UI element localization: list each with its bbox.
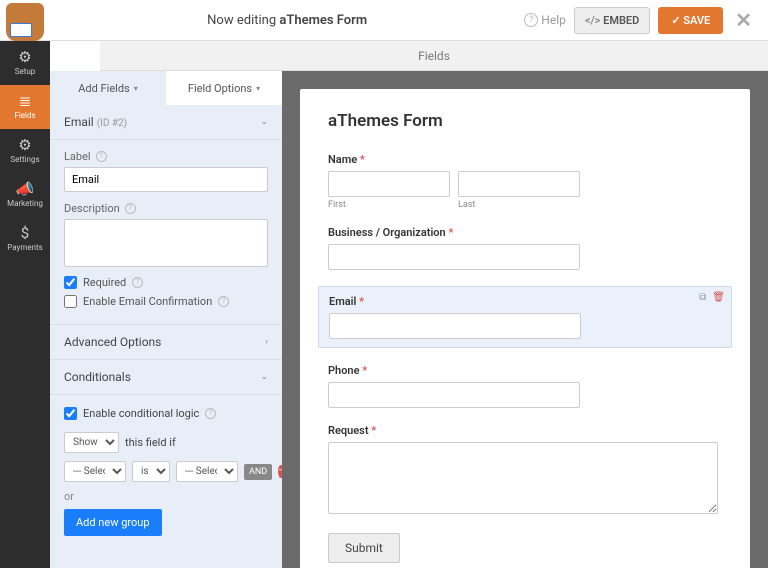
nav-settings[interactable]: ⚙Settings: [0, 129, 50, 173]
chevron-down-icon: ▾: [134, 84, 138, 93]
options-panel: Add Fields▾ Field Options▾ Email (ID #2)…: [50, 71, 282, 568]
label-input[interactable]: [64, 167, 268, 192]
and-button[interactable]: AND: [244, 464, 272, 480]
confirm-checkbox[interactable]: [64, 295, 77, 308]
duplicate-icon[interactable]: ⧉: [699, 292, 706, 303]
or-label: or: [64, 490, 268, 503]
form-preview: aThemes Form Name * First Last Business …: [300, 89, 750, 568]
add-group-button[interactable]: Add new group: [64, 509, 162, 536]
description-label: Description: [64, 202, 120, 215]
advanced-options-toggle[interactable]: Advanced Options›: [50, 325, 282, 360]
embed-button[interactable]: </> EMBED: [574, 7, 650, 34]
nav-fields[interactable]: ≣Fields: [0, 85, 50, 129]
nav-setup[interactable]: ⚙Setup: [0, 41, 50, 85]
help-icon[interactable]: ?: [125, 203, 136, 214]
condition-operator-select[interactable]: is: [132, 461, 170, 482]
sliders-icon: ⚙: [18, 138, 31, 153]
help-icon[interactable]: ?: [218, 296, 229, 307]
nav-payments[interactable]: $Payments: [0, 217, 50, 261]
chevron-right-icon: ›: [265, 337, 268, 347]
gear-icon: ⚙: [18, 50, 31, 65]
nav-marketing[interactable]: 📣Marketing: [0, 173, 50, 217]
last-name-input[interactable]: [458, 171, 580, 197]
first-name-input[interactable]: [328, 171, 450, 197]
phone-input[interactable]: [328, 382, 580, 408]
help-icon: ?: [524, 13, 538, 27]
dollar-icon: $: [21, 226, 29, 241]
condition-value-select[interactable]: --- Select ...: [176, 461, 238, 482]
email-input[interactable]: [329, 313, 581, 339]
field-name[interactable]: Name * First Last: [328, 153, 722, 210]
chevron-down-icon: ▾: [256, 84, 260, 93]
conditionals-toggle[interactable]: Conditionals⌄: [50, 360, 282, 395]
condition-action-select[interactable]: Show: [64, 432, 119, 453]
label-label: Label: [64, 150, 91, 163]
app-logo: [6, 3, 44, 41]
required-checkbox[interactable]: [64, 276, 77, 289]
megaphone-icon: 📣: [16, 182, 35, 197]
help-icon[interactable]: ?: [205, 408, 216, 419]
tab-add-fields[interactable]: Add Fields▾: [50, 71, 166, 105]
field-phone[interactable]: Phone *: [328, 364, 722, 408]
field-email-active[interactable]: ⧉ 🗑 Email *: [318, 286, 732, 348]
form-canvas: aThemes Form Name * First Last Business …: [282, 71, 768, 568]
section-title: Fields: [100, 41, 768, 71]
help-icon[interactable]: ?: [96, 151, 107, 162]
chevron-down-icon: ⌄: [260, 372, 268, 382]
condition-field-select[interactable]: --- Select ...: [64, 461, 126, 482]
top-bar: Now editing aThemes Form ?Help </> EMBED…: [0, 0, 768, 41]
list-icon: ≣: [19, 94, 32, 109]
submit-button[interactable]: Submit: [328, 533, 400, 563]
form-title: aThemes Form: [328, 111, 722, 131]
request-textarea[interactable]: [328, 442, 718, 514]
tab-field-options[interactable]: Field Options▾: [166, 71, 282, 105]
business-input[interactable]: [328, 244, 580, 270]
help-link[interactable]: ?Help: [524, 13, 566, 27]
page-title: Now editing aThemes Form: [50, 13, 524, 28]
help-icon[interactable]: ?: [132, 277, 143, 288]
enable-conditional-checkbox[interactable]: [64, 407, 77, 420]
delete-icon[interactable]: 🗑: [712, 292, 725, 303]
side-nav: ⚙Setup ≣Fields ⚙Settings 📣Marketing $Pay…: [0, 41, 50, 568]
save-button[interactable]: SAVE: [658, 7, 723, 34]
description-input[interactable]: [64, 219, 268, 267]
close-icon[interactable]: ✕: [731, 8, 756, 32]
field-request[interactable]: Request *: [328, 424, 722, 517]
field-business[interactable]: Business / Organization *: [328, 226, 722, 270]
field-header[interactable]: Email (ID #2) ⌄: [50, 105, 282, 140]
condition-middle-text: this field if: [125, 436, 176, 449]
chevron-down-icon: ⌄: [260, 117, 268, 127]
